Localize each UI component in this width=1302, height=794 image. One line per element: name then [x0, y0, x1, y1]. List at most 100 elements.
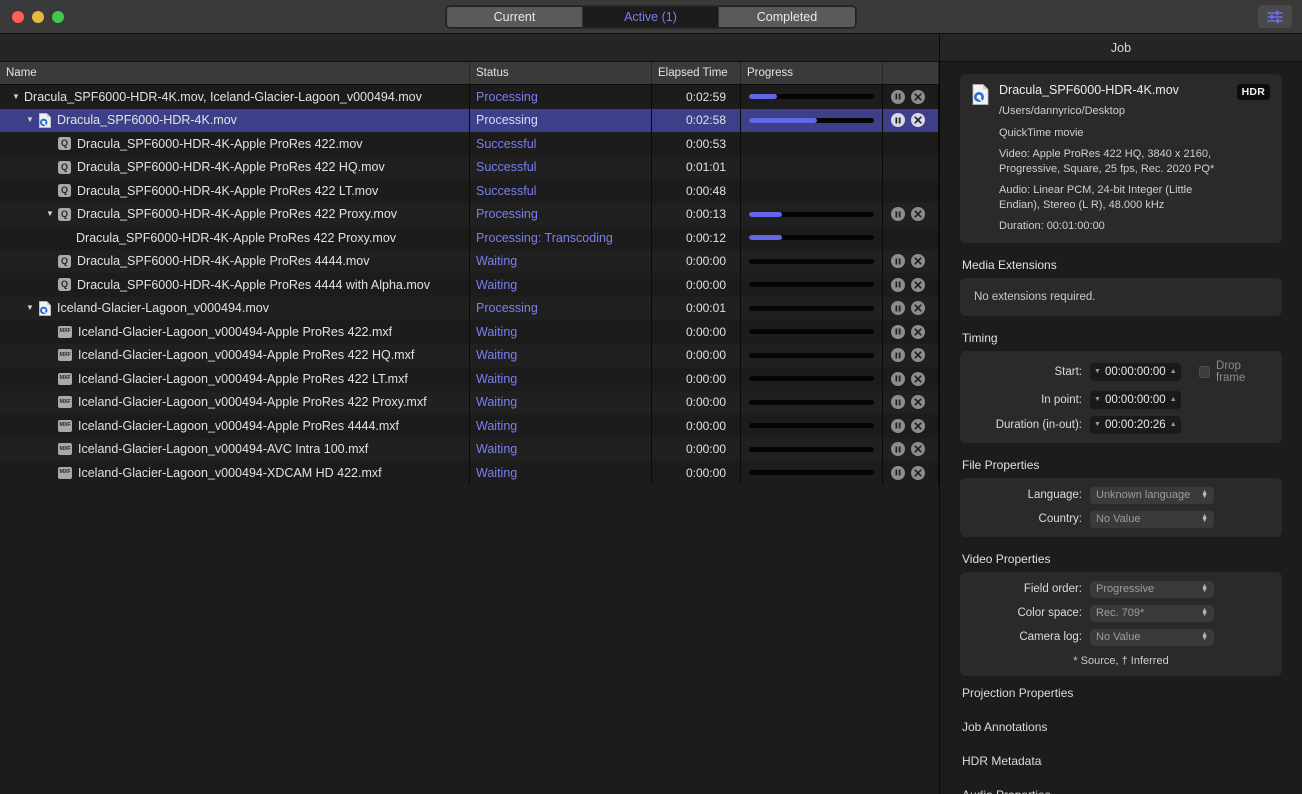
section-job-annotations[interactable]: Job Annotations: [960, 710, 1282, 744]
pause-icon[interactable]: [891, 419, 905, 433]
row-name-label: Iceland-Glacier-Lagoon_v000494-AVC Intra…: [78, 442, 368, 456]
section-audio-properties[interactable]: Audio Properties: [960, 778, 1282, 794]
section-hdr-metadata[interactable]: HDR Metadata: [960, 744, 1282, 778]
country-select[interactable]: No Value ▲▼: [1090, 511, 1214, 528]
pause-icon[interactable]: [891, 348, 905, 362]
camera-log-select[interactable]: No Value ▲▼: [1090, 629, 1214, 646]
cancel-icon[interactable]: [911, 395, 925, 409]
pause-icon[interactable]: [891, 325, 905, 339]
column-header-status[interactable]: Status: [470, 62, 652, 84]
table-row[interactable]: ▼MXFIceland-Glacier-Lagoon_v000494-Apple…: [0, 367, 939, 391]
progress-bar: [749, 282, 874, 287]
timing-start-field[interactable]: ▼ 00:00:00:00 ▲: [1090, 363, 1181, 381]
drop-frame-checkbox[interactable]: [1199, 366, 1210, 378]
row-actions-cell: [883, 179, 939, 203]
row-status-cell: Processing: [470, 85, 652, 109]
maximize-window-button[interactable]: [52, 11, 64, 23]
row-status-cell: Waiting: [470, 391, 652, 415]
row-progress-cell: [741, 132, 883, 156]
inspector-toggle-button[interactable]: [1258, 5, 1292, 28]
table-row[interactable]: ▼QDracula_SPF6000-HDR-4K-Apple ProRes 42…: [0, 156, 939, 180]
column-header-name[interactable]: Name: [0, 62, 470, 84]
disclosure-triangle-icon[interactable]: ▼: [22, 109, 38, 133]
table-row[interactable]: ▼Iceland-Glacier-Lagoon_v000494.movProce…: [0, 297, 939, 321]
field-order-select[interactable]: Progressive ▲▼: [1090, 581, 1214, 598]
pause-icon[interactable]: [891, 207, 905, 221]
table-row[interactable]: ▼MXFIceland-Glacier-Lagoon_v000494-Apple…: [0, 344, 939, 368]
pause-icon[interactable]: [891, 113, 905, 127]
table-row[interactable]: ▼MXFIceland-Glacier-Lagoon_v000494-Apple…: [0, 414, 939, 438]
table-row[interactable]: ▼MXFIceland-Glacier-Lagoon_v000494-Apple…: [0, 391, 939, 415]
row-name-label: Dracula_SPF6000-HDR-4K-Apple ProRes 4444…: [77, 254, 370, 268]
row-progress-cell: [741, 391, 883, 415]
cancel-icon[interactable]: [911, 325, 925, 339]
cancel-icon[interactable]: [911, 90, 925, 104]
pause-icon[interactable]: [891, 372, 905, 386]
pause-icon[interactable]: [891, 254, 905, 268]
table-row[interactable]: ▼QDracula_SPF6000-HDR-4K-Apple ProRes 44…: [0, 250, 939, 274]
table-row[interactable]: ▼MXFIceland-Glacier-Lagoon_v000494-XDCAM…: [0, 461, 939, 485]
pause-icon[interactable]: [891, 395, 905, 409]
column-header-elapsed[interactable]: Elapsed Time: [652, 62, 741, 84]
pause-icon[interactable]: [891, 442, 905, 456]
row-name-cell: ▼MXFIceland-Glacier-Lagoon_v000494-AVC I…: [0, 438, 470, 462]
row-progress-cell: [741, 414, 883, 438]
cancel-icon[interactable]: [911, 301, 925, 315]
table-row[interactable]: ▼Dracula_SPF6000-HDR-4K-Apple ProRes 422…: [0, 226, 939, 250]
row-progress-cell: [741, 461, 883, 485]
row-status-cell: Processing: [470, 109, 652, 133]
pause-icon[interactable]: [891, 466, 905, 480]
row-actions-cell: [883, 273, 939, 297]
tab-current[interactable]: Current: [447, 7, 583, 27]
section-title-media-extensions: Media Extensions: [962, 258, 1282, 272]
section-projection-properties[interactable]: Projection Properties: [960, 676, 1282, 710]
table-row[interactable]: ▼QDracula_SPF6000-HDR-4K-Apple ProRes 44…: [0, 273, 939, 297]
cancel-icon[interactable]: [911, 113, 925, 127]
drop-frame-row[interactable]: Drop frame: [1199, 360, 1270, 384]
mxf-file-icon: MXF: [58, 373, 72, 385]
table-row[interactable]: ▼QDracula_SPF6000-HDR-4K-Apple ProRes 42…: [0, 203, 939, 227]
table-row[interactable]: ▼MXFIceland-Glacier-Lagoon_v000494-AVC I…: [0, 438, 939, 462]
table-row[interactable]: ▼QDracula_SPF6000-HDR-4K-Apple ProRes 42…: [0, 132, 939, 156]
close-window-button[interactable]: [12, 11, 24, 23]
tab-completed[interactable]: Completed: [719, 7, 855, 27]
row-actions-cell: [883, 438, 939, 462]
cancel-icon[interactable]: [911, 207, 925, 221]
row-actions-cell: [883, 297, 939, 321]
quicktime-badge-icon: Q: [58, 137, 71, 150]
tab-active[interactable]: Active (1): [583, 7, 719, 27]
progress-bar: [749, 447, 874, 452]
cancel-icon[interactable]: [911, 419, 925, 433]
cancel-icon[interactable]: [911, 442, 925, 456]
row-name-cell: ▼MXFIceland-Glacier-Lagoon_v000494-Apple…: [0, 320, 470, 344]
cancel-icon[interactable]: [911, 278, 925, 292]
table-row[interactable]: ▼QDracula_SPF6000-HDR-4K-Apple ProRes 42…: [0, 179, 939, 203]
disclosure-triangle-icon[interactable]: ▼: [8, 85, 24, 109]
cancel-icon[interactable]: [911, 254, 925, 268]
table-row[interactable]: ▼Dracula_SPF6000-HDR-4K.mov, Iceland-Gla…: [0, 85, 939, 109]
cancel-icon[interactable]: [911, 372, 925, 386]
cancel-icon[interactable]: [911, 348, 925, 362]
row-name-label: Iceland-Glacier-Lagoon_v000494-Apple Pro…: [78, 395, 427, 409]
pause-icon[interactable]: [891, 301, 905, 315]
row-elapsed-cell: 0:00:00: [652, 391, 741, 415]
disclosure-triangle-icon[interactable]: ▼: [22, 297, 38, 321]
table-row[interactable]: ▼MXFIceland-Glacier-Lagoon_v000494-Apple…: [0, 320, 939, 344]
pause-icon[interactable]: [891, 90, 905, 104]
job-path: /Users/dannyrico/Desktop: [999, 104, 1227, 119]
pause-icon[interactable]: [891, 278, 905, 292]
disclosure-triangle-icon[interactable]: ▼: [42, 203, 58, 227]
table-row[interactable]: ▼Dracula_SPF6000-HDR-4K.movProcessing0:0…: [0, 109, 939, 133]
language-select[interactable]: Unknown language ▲▼: [1090, 487, 1214, 504]
mxf-file-icon: MXF: [58, 349, 72, 361]
cancel-icon[interactable]: [911, 466, 925, 480]
column-header-progress[interactable]: Progress: [741, 62, 883, 84]
color-space-select[interactable]: Rec. 709* ▲▼: [1090, 605, 1214, 622]
row-actions-cell: [883, 226, 939, 250]
language-row: Language: Unknown language ▲▼: [972, 487, 1270, 504]
column-header-actions[interactable]: [883, 62, 939, 84]
timing-inpoint-field[interactable]: ▼ 00:00:00:00 ▲: [1090, 391, 1181, 409]
table-header-row: Name Status Elapsed Time Progress: [0, 62, 939, 85]
timing-duration-field[interactable]: ▼ 00:00:20:26 ▲: [1090, 416, 1181, 434]
minimize-window-button[interactable]: [32, 11, 44, 23]
